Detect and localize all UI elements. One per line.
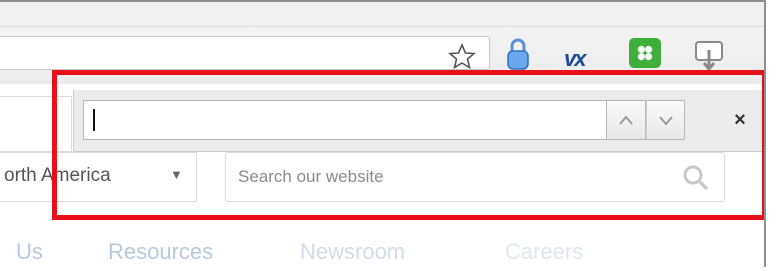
- nav-item-us[interactable]: Us: [16, 239, 43, 265]
- site-search-placeholder: Search our website: [238, 167, 384, 186]
- find-next-button[interactable]: [646, 100, 685, 140]
- site-search-input[interactable]: Search our website: [225, 152, 725, 202]
- star-bookmark-icon[interactable]: [446, 43, 478, 69]
- region-select[interactable]: orth America ▼: [0, 152, 197, 202]
- tab-strip: [0, 2, 764, 27]
- nav-item-careers[interactable]: Careers: [505, 239, 583, 265]
- text-caret: [93, 109, 95, 131]
- region-select-value: orth America: [4, 165, 111, 186]
- vx-extension-icon[interactable]: vx: [564, 46, 587, 72]
- browser-window: vx orth America ▼ Search our website Us …: [0, 0, 766, 267]
- find-bar: ×: [73, 90, 763, 152]
- find-previous-button[interactable]: [607, 100, 646, 140]
- page-box: [0, 96, 72, 152]
- tray-download-icon[interactable]: [694, 38, 724, 74]
- green-app-icon[interactable]: [629, 38, 661, 68]
- chevron-down-icon: [659, 116, 673, 126]
- lock-extension-icon[interactable]: [506, 38, 530, 72]
- nav-item-resources[interactable]: Resources: [108, 239, 213, 265]
- find-input[interactable]: [83, 100, 607, 140]
- chevron-up-icon: [619, 115, 633, 125]
- browser-toolbar: vx: [0, 2, 764, 85]
- nav-item-newsroom[interactable]: Newsroom: [300, 239, 405, 265]
- find-close-button[interactable]: ×: [729, 109, 751, 131]
- search-icon[interactable]: [681, 163, 711, 193]
- dropdown-arrow-icon: ▼: [170, 167, 183, 182]
- address-bar[interactable]: [0, 36, 490, 70]
